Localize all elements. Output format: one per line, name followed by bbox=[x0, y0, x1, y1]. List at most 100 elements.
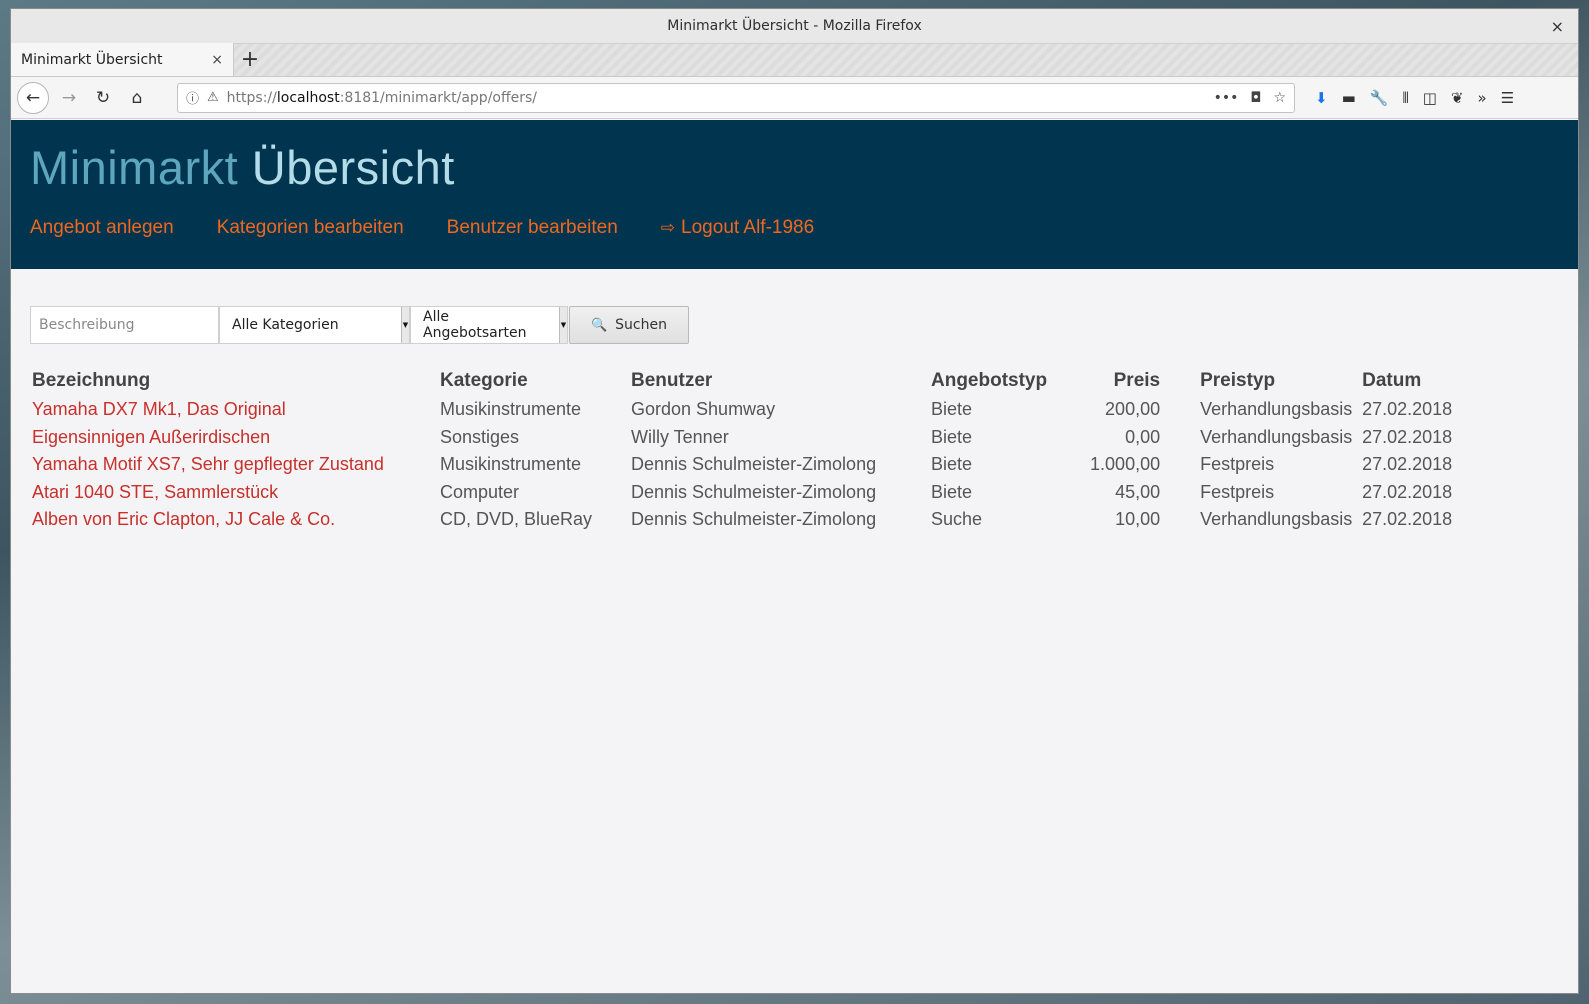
bookmark-star-icon[interactable]: ☆ bbox=[1273, 90, 1286, 106]
nav-logout-label: Logout Alf-1986 bbox=[681, 217, 815, 238]
cell-category: Musikinstrumente bbox=[440, 454, 582, 475]
pocket-icon[interactable]: ◘ bbox=[1250, 90, 1261, 106]
brand-second: Übersicht bbox=[251, 141, 455, 194]
cell-price: 10,00 bbox=[1115, 509, 1161, 530]
sidebar-icon[interactable]: ◫ bbox=[1423, 89, 1437, 107]
cell-offer-type: Biete bbox=[931, 481, 973, 502]
tab-label: Minimarkt Übersicht bbox=[21, 51, 163, 68]
cell-offer-type: Biete bbox=[931, 426, 973, 447]
home-icon[interactable]: ⌂ bbox=[123, 84, 151, 112]
header-offer-type[interactable]: Angebotstyp bbox=[931, 366, 1047, 396]
cell-user: Dennis Schulmeister-Zimolong bbox=[631, 509, 877, 530]
cell-user: Willy Tenner bbox=[631, 426, 729, 447]
site-nav: Angebot anlegen Kategorien bearbeiten Be… bbox=[30, 217, 1559, 239]
logout-icon: ⇨ bbox=[660, 218, 676, 237]
search-form: Alle Kategorien ▼ Alle Angebotsarten ▼ 🔍… bbox=[30, 306, 1578, 344]
brand-first: Minimarkt bbox=[30, 141, 239, 194]
reload-icon[interactable]: ↻ bbox=[89, 84, 117, 112]
page-content: Minimarkt Übersicht Angebot anlegen Kate… bbox=[11, 120, 1578, 993]
cell-category: CD, DVD, BlueRay bbox=[440, 509, 593, 530]
chevron-down-icon: ▼ bbox=[401, 307, 409, 343]
search-icon: 🔍 bbox=[590, 317, 608, 333]
cell-date: 27.02.2018 bbox=[1362, 399, 1453, 420]
wrench-icon[interactable]: 🔧 bbox=[1370, 89, 1389, 107]
cell-price-type: Verhandlungsbasis bbox=[1200, 399, 1353, 420]
back-arrow-icon[interactable]: ← bbox=[17, 81, 49, 114]
cell-price: 45,00 bbox=[1115, 481, 1161, 502]
library-icon[interactable]: ⫴ bbox=[1402, 89, 1408, 107]
header-category[interactable]: Kategorie bbox=[440, 366, 631, 396]
table-row: Eigensinnigen Außerirdischen Sonstiges W… bbox=[32, 424, 1502, 452]
url-scheme: https:// bbox=[226, 89, 277, 106]
search-button[interactable]: 🔍 Suchen bbox=[569, 306, 689, 344]
nav-create-offer[interactable]: Angebot anlegen bbox=[30, 217, 174, 239]
overflow-chevron-icon[interactable]: » bbox=[1478, 89, 1487, 107]
cell-category: Computer bbox=[440, 481, 520, 502]
cell-user: Gordon Shumway bbox=[631, 399, 776, 420]
header-price-type[interactable]: Preistyp bbox=[1160, 366, 1362, 396]
category-select[interactable]: Alle Kategorien ▼ bbox=[219, 306, 410, 344]
new-tab-icon[interactable]: + bbox=[234, 43, 266, 76]
cell-offer-type: Biete bbox=[931, 399, 973, 420]
cell-price-type: Verhandlungsbasis bbox=[1200, 426, 1353, 447]
offer-type-select-value: Alle Angebotsarten bbox=[423, 309, 527, 341]
cell-date: 27.02.2018 bbox=[1362, 426, 1453, 447]
cell-date: 27.02.2018 bbox=[1362, 509, 1453, 530]
lock-warning-icon[interactable]: ⚠ bbox=[207, 90, 219, 105]
site-info-icon[interactable]: ⓘ bbox=[186, 88, 199, 107]
cell-price: 0,00 bbox=[1125, 426, 1161, 447]
offer-type-select[interactable]: Alle Angebotsarten ▼ bbox=[410, 306, 568, 344]
window-titlebar: Minimarkt Übersicht - Mozilla Firefox × bbox=[11, 9, 1578, 44]
offer-title-link[interactable]: Yamaha Motif XS7, Sehr gepflegter Zustan… bbox=[32, 454, 384, 474]
nav-edit-categories[interactable]: Kategorien bearbeiten bbox=[217, 217, 404, 239]
download-icon[interactable]: ⬇ bbox=[1315, 89, 1328, 107]
header-date[interactable]: Datum bbox=[1362, 366, 1502, 396]
browser-window: Minimarkt Übersicht - Mozilla Firefox × … bbox=[10, 8, 1579, 994]
hamburger-menu-icon[interactable]: ☰ bbox=[1501, 89, 1514, 107]
cell-price-type: Festpreis bbox=[1200, 481, 1275, 502]
close-window-icon[interactable]: × bbox=[1551, 17, 1564, 36]
extension-icon[interactable]: ❦ bbox=[1451, 89, 1464, 107]
site-header: Minimarkt Übersicht Angebot anlegen Kate… bbox=[11, 120, 1578, 269]
page-actions-icon[interactable]: ••• bbox=[1214, 90, 1239, 106]
cell-user: Dennis Schulmeister-Zimolong bbox=[631, 454, 877, 475]
category-select-value: Alle Kategorien bbox=[232, 317, 339, 333]
table-row: Alben von Eric Clapton, JJ Cale & Co. CD… bbox=[32, 506, 1502, 534]
cell-category: Sonstiges bbox=[440, 426, 520, 447]
header-price[interactable]: Preis bbox=[1047, 366, 1160, 396]
window-title: Minimarkt Übersicht - Mozilla Firefox bbox=[667, 18, 922, 34]
cell-offer-type: Suche bbox=[931, 509, 983, 530]
header-user[interactable]: Benutzer bbox=[631, 366, 931, 396]
url-path: :8181/minimarkt/app/offers/ bbox=[339, 89, 538, 106]
search-input[interactable] bbox=[30, 306, 219, 344]
tab-strip: Minimarkt Übersicht × + bbox=[11, 43, 1578, 77]
nav-edit-users[interactable]: Benutzer bearbeiten bbox=[447, 217, 618, 239]
nav-toolbar: ← → ↻ ⌂ ⓘ ⚠ https://localhost:8181/minim… bbox=[11, 77, 1578, 119]
cell-price-type: Verhandlungsbasis bbox=[1200, 509, 1353, 530]
cell-price-type: Festpreis bbox=[1200, 454, 1275, 475]
cell-offer-type: Biete bbox=[931, 454, 973, 475]
header-title[interactable]: Bezeichnung bbox=[32, 366, 440, 396]
offer-title-link[interactable]: Atari 1040 STE, Sammlerstück bbox=[32, 482, 278, 502]
search-button-label: Suchen bbox=[615, 317, 667, 333]
url-bar[interactable]: ⓘ ⚠ https://localhost:8181/minimarkt/app… bbox=[177, 82, 1295, 113]
cell-date: 27.02.2018 bbox=[1362, 481, 1453, 502]
tab-minimarkt[interactable]: Minimarkt Übersicht × bbox=[11, 43, 234, 76]
table-row: Atari 1040 STE, Sammlerstück Computer De… bbox=[32, 479, 1502, 507]
offer-title-link[interactable]: Alben von Eric Clapton, JJ Cale & Co. bbox=[32, 509, 335, 529]
table-row: Yamaha DX7 Mk1, Das Original Musikinstru… bbox=[32, 396, 1502, 424]
table-header-row: Bezeichnung Kategorie Benutzer Angebotst… bbox=[32, 366, 1502, 396]
cell-user: Dennis Schulmeister-Zimolong bbox=[631, 481, 877, 502]
offers-table: Bezeichnung Kategorie Benutzer Angebotst… bbox=[32, 366, 1502, 534]
cell-date: 27.02.2018 bbox=[1362, 454, 1453, 475]
container-icon[interactable]: ▬ bbox=[1342, 89, 1356, 107]
close-tab-icon[interactable]: × bbox=[211, 52, 223, 68]
offer-title-link[interactable]: Yamaha DX7 Mk1, Das Original bbox=[32, 399, 286, 419]
offer-title-link[interactable]: Eigensinnigen Außerirdischen bbox=[32, 427, 270, 447]
url-host: localhost bbox=[276, 89, 340, 106]
cell-category: Musikinstrumente bbox=[440, 399, 582, 420]
cell-price: 200,00 bbox=[1105, 399, 1161, 420]
site-brand: Minimarkt Übersicht bbox=[30, 140, 1559, 195]
forward-arrow-icon[interactable]: → bbox=[55, 84, 83, 112]
nav-logout[interactable]: ⇨ Logout Alf-1986 bbox=[661, 217, 814, 239]
